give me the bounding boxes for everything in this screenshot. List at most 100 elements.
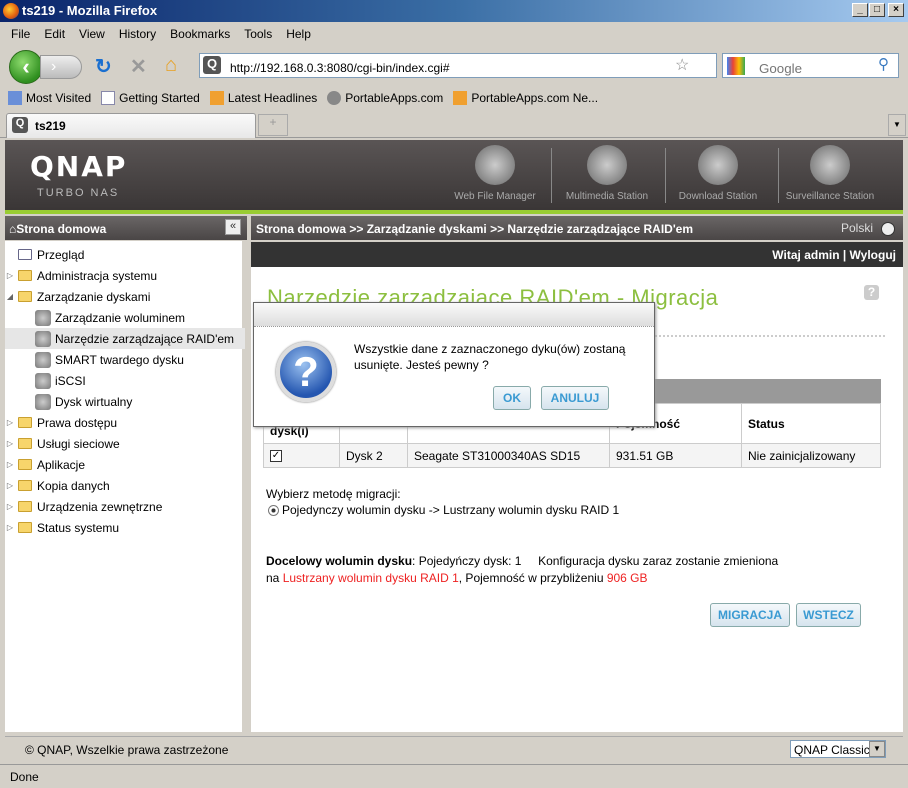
folder-icon	[18, 480, 32, 491]
footer-copyright: © QNAP, Wszelkie prawa zastrzeżone	[5, 736, 903, 760]
sidebar-item-backup[interactable]: ▷ Kopia danych	[5, 475, 245, 496]
multimedia-station-link[interactable]: Multimedia Station	[552, 145, 662, 202]
cancel-button[interactable]: ANULUJ	[541, 386, 609, 410]
back-button[interactable]: ‹	[9, 50, 43, 84]
overview-icon	[18, 249, 32, 260]
migration-method-label: Wybierz metodę migracji:	[266, 487, 401, 501]
menu-file[interactable]: File	[4, 24, 37, 44]
minimize-button[interactable]: _	[852, 3, 868, 17]
radio-button[interactable]	[268, 504, 279, 516]
sidebar-title[interactable]: ⌂Strona domowa	[5, 216, 247, 240]
volume-icon	[35, 309, 51, 326]
menu-bar: File Edit View History Bookmarks Tools H…	[0, 24, 908, 44]
tab-favicon: Q	[12, 117, 28, 133]
sidebar-item-iscsi[interactable]: iSCSI	[5, 370, 245, 391]
bookmark-most-visited[interactable]: Most Visited	[8, 91, 91, 105]
expand-icon: ▷	[6, 523, 14, 532]
bookmark-star-icon[interactable]: ☆	[675, 55, 689, 75]
maximize-button[interactable]: □	[869, 3, 885, 17]
bookmarks-bar: Most Visited Getting Started Latest Head…	[0, 88, 908, 108]
migrate-button[interactable]: MIGRACJA	[710, 603, 790, 627]
sidebar-item-network-services[interactable]: ▷ Usługi sieciowe	[5, 433, 245, 454]
bookmark-latest-headlines[interactable]: Latest Headlines	[209, 91, 317, 105]
home-icon[interactable]: ⌂	[165, 54, 177, 77]
folder-icon	[18, 522, 32, 533]
folder-icon	[18, 417, 32, 428]
bookmark-portableapps[interactable]: PortableApps.com	[327, 91, 443, 105]
sidebar-item-disk-management[interactable]: ◢ Zarządzanie dyskami	[5, 286, 245, 307]
sidebar-item-access-rights[interactable]: ▷ Prawa dostępu	[5, 412, 245, 433]
site-favicon: Q	[203, 56, 221, 74]
status-cell: Nie zainicjalizowany	[741, 443, 881, 468]
expand-icon: ▷	[6, 460, 14, 469]
tab-list-button[interactable]: ▼	[888, 114, 906, 136]
menu-tools[interactable]: Tools	[237, 24, 279, 44]
expand-icon: ▷	[6, 439, 14, 448]
url-input[interactable]	[199, 53, 717, 78]
bookmark-portableapps-news[interactable]: PortableApps.com Ne...	[453, 91, 598, 105]
sidebar-item-virtual-disk[interactable]: Dysk wirtualny	[5, 391, 245, 412]
back-button-page[interactable]: WSTECZ	[796, 603, 861, 627]
stop-icon[interactable]: ✕	[130, 54, 147, 79]
firefox-icon	[3, 3, 19, 19]
logo-subtitle: TURBO NAS	[37, 187, 120, 199]
google-icon[interactable]	[727, 57, 745, 75]
qnap-logo: QNAP	[30, 150, 128, 183]
table-row: ✓ Dysk 2 Seagate ST31000340AS SD15 931.51 G…	[263, 443, 881, 468]
dialog-titlebar[interactable]	[254, 303, 654, 327]
web-file-manager-icon	[475, 145, 515, 185]
menu-help[interactable]: Help	[279, 24, 318, 44]
theme-dropdown-icon[interactable]: ▼	[869, 741, 885, 757]
help-icon[interactable]: ?	[864, 285, 879, 300]
surveillance-station-link[interactable]: Surveillance Station	[775, 145, 885, 202]
web-file-manager-link[interactable]: Web File Manager	[440, 145, 550, 202]
menu-edit[interactable]: Edit	[37, 24, 72, 44]
smart-icon	[35, 351, 51, 368]
new-tab-button[interactable]: +	[258, 114, 288, 136]
iscsi-icon	[35, 372, 51, 389]
sidebar-item-system-status[interactable]: ▷ Status systemu	[5, 517, 245, 538]
bookmark-getting-started[interactable]: Getting Started	[101, 91, 200, 105]
reload-icon[interactable]: ↻	[95, 54, 112, 79]
sidebar-item-volume-management[interactable]: Zarządzanie woluminem	[5, 307, 245, 328]
folder-icon	[18, 438, 32, 449]
language-dropdown-icon[interactable]	[881, 222, 895, 236]
window-title: ts219 - Mozilla Firefox	[0, 0, 908, 22]
sidebar-item-raid-tool[interactable]: Narzędzie zarządzające RAID'em	[5, 328, 245, 349]
forward-button[interactable]: ›	[40, 55, 82, 79]
folder-icon	[18, 270, 32, 281]
menu-view[interactable]: View	[72, 24, 112, 44]
virtual-disk-icon	[35, 393, 51, 410]
tab-ts219[interactable]: ts219	[6, 113, 256, 138]
disk-cell: Dysk 2	[339, 443, 408, 468]
sidebar-item-applications[interactable]: ▷ Aplikacje	[5, 454, 245, 475]
welcome-logout[interactable]: Witaj admin | Wyloguj	[251, 242, 903, 267]
surveillance-station-icon	[810, 145, 850, 185]
search-input[interactable]	[722, 53, 899, 78]
collapse-sidebar-button[interactable]: «	[225, 219, 241, 235]
search-icon[interactable]: ⚲	[878, 55, 889, 73]
folder-icon	[18, 459, 32, 470]
model-cell: Seagate ST31000340AS SD15	[407, 443, 610, 468]
question-icon: ?	[276, 342, 336, 402]
status-bar: Done	[0, 764, 908, 788]
multimedia-station-icon	[587, 145, 627, 185]
language-select[interactable]: Polski	[841, 221, 873, 235]
raid-icon	[35, 330, 51, 347]
sidebar-item-external-devices[interactable]: ▷ Urządzenia zewnętrzne	[5, 496, 245, 517]
migration-option[interactable]: Pojedynczy wolumin dysku -> Lustrzany wo…	[268, 503, 619, 517]
download-station-link[interactable]: Download Station	[663, 145, 773, 202]
page-icon	[101, 91, 116, 105]
sidebar-item-smart[interactable]: SMART twardego dysku	[5, 349, 245, 370]
disk-checkbox[interactable]: ✓	[270, 449, 282, 462]
divider	[655, 335, 885, 337]
menu-bookmarks[interactable]: Bookmarks	[163, 24, 237, 44]
close-button[interactable]: ×	[888, 3, 904, 17]
capacity-cell: 931.51 GB	[609, 443, 742, 468]
ok-button[interactable]: OK	[493, 386, 531, 410]
dialog-message: Wszystkie dane z zaznaczonego dyku(ów) z…	[354, 342, 626, 372]
sidebar-item-overview[interactable]: Przegląd	[5, 244, 245, 265]
menu-history[interactable]: History	[112, 24, 163, 44]
sidebar-item-system-admin[interactable]: ▷ Administracja systemu	[5, 265, 245, 286]
download-station-icon	[698, 145, 738, 185]
